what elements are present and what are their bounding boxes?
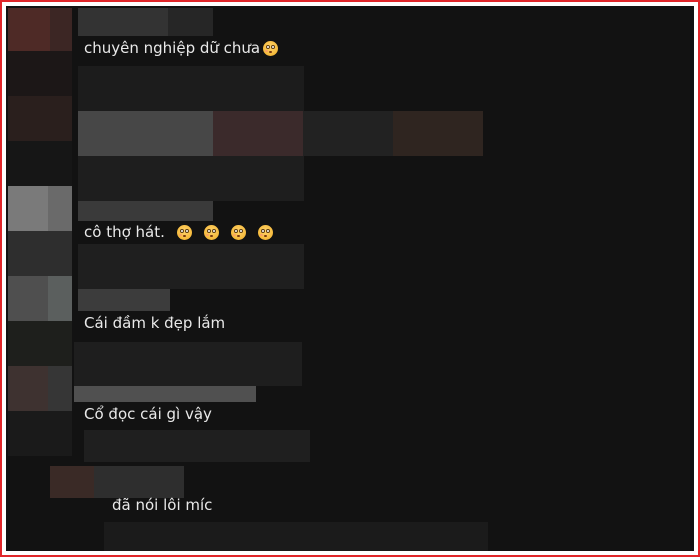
- pixelated-avatar: [50, 466, 94, 498]
- pixelated-content: [78, 66, 304, 111]
- pixelated-content: [213, 111, 303, 156]
- comment-text: Cái đầm k đẹp lắm: [84, 314, 226, 332]
- pixelated-avatar: [8, 366, 48, 411]
- comment-text: chuyên nghiệp dữ chưa: [84, 39, 279, 57]
- pixelated-avatar: [8, 411, 72, 456]
- comment-text: cô thợ hát.: [84, 223, 273, 241]
- flushed-face-icon: [263, 40, 279, 56]
- pixelated-username: [78, 8, 168, 36]
- flushed-face-icon: [203, 224, 219, 240]
- pixelated-avatar: [48, 366, 72, 411]
- pixelated-avatar: [8, 231, 72, 276]
- pixelated-content: [78, 111, 213, 156]
- pixelated-avatar: [48, 276, 72, 321]
- pixelated-avatar: [48, 186, 72, 231]
- flushed-face-icon: [257, 224, 273, 240]
- pixelated-avatar: [50, 8, 72, 51]
- screenshot-frame: chuyên nghiệp dữ chưa cô thợ hát. Cái đầ…: [0, 0, 700, 557]
- pixelated-username: [74, 386, 256, 402]
- pixelated-content: [78, 156, 304, 201]
- pixelated-content: [393, 111, 483, 156]
- pixelated-avatar: [8, 96, 72, 141]
- pixelated-username: [168, 8, 213, 36]
- pixelated-avatar: [8, 51, 72, 96]
- pixelated-content: [74, 342, 302, 386]
- pixelated-content: [104, 522, 488, 551]
- pixelated-avatar: [8, 321, 72, 366]
- pixelated-avatar: [8, 276, 48, 321]
- pixelated-username: [78, 289, 170, 311]
- comment-text: đã nói lôi míc: [112, 496, 213, 514]
- pixelated-content: [84, 430, 310, 462]
- comment-feed: chuyên nghiệp dữ chưa cô thợ hát. Cái đầ…: [6, 6, 694, 551]
- pixelated-avatar: [8, 8, 50, 51]
- pixelated-content: [303, 111, 393, 156]
- comment-text: Cổ đọc cái gì vậy: [84, 405, 212, 423]
- flushed-face-icon: [176, 224, 192, 240]
- pixelated-username: [78, 201, 213, 221]
- pixelated-avatar: [8, 186, 48, 231]
- flushed-face-icon: [230, 224, 246, 240]
- pixelated-username: [94, 466, 184, 498]
- pixelated-avatar: [8, 141, 72, 186]
- pixelated-content: [78, 244, 304, 289]
